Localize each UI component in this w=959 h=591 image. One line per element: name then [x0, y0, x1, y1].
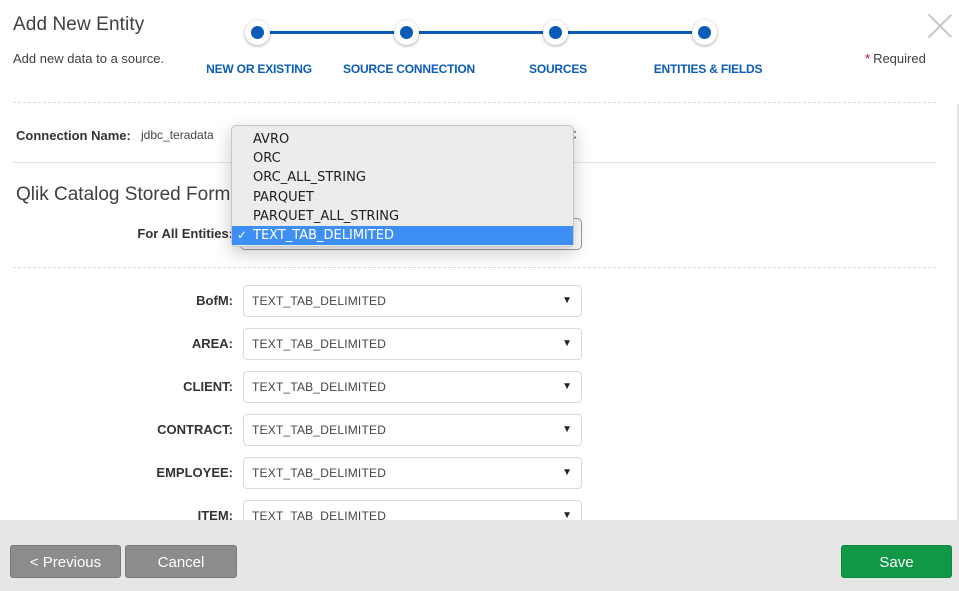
entity-label-area: AREA: — [191, 336, 233, 351]
dropdown-option-avro[interactable]: AVRO — [232, 130, 573, 149]
cancel-button[interactable]: Cancel — [125, 545, 237, 578]
caret-down-icon: ▼ — [562, 467, 572, 478]
entity-label-client: CLIENT: — [183, 379, 233, 394]
divider-top — [13, 102, 936, 103]
select-value: TEXT_TAB_DELIMITED — [252, 423, 387, 437]
option-label: AVRO — [253, 132, 290, 147]
select-value: TEXT_TAB_DELIMITED — [252, 294, 387, 308]
caret-down-icon: ▼ — [562, 424, 572, 435]
entity-format-select-contract[interactable]: TEXT_TAB_DELIMITED ▼ — [243, 414, 582, 446]
step-label-source-connection[interactable]: SOURCE CONNECTION — [343, 62, 475, 76]
step-dot-source-connection[interactable] — [394, 20, 419, 45]
required-star: * — [865, 51, 871, 66]
step-dot-sources[interactable] — [543, 20, 568, 45]
option-label: PARQUET — [253, 189, 314, 205]
option-label: ORC — [253, 151, 281, 167]
entity-label-bofm: BofM: — [196, 293, 233, 308]
caret-down-icon: ▼ — [562, 295, 572, 306]
divider-entities — [13, 267, 936, 268]
checkmark-icon: ✓ — [237, 227, 248, 242]
entity-format-select-bofm[interactable]: TEXT_TAB_DELIMITED ▼ — [243, 285, 582, 317]
dropdown-option-text-tab-delimited[interactable]: ✓ TEXT_TAB_DELIMITED — [232, 225, 573, 246]
wizard-stepper: NEW OR EXISTING SOURCE CONNECTION SOURCE… — [0, 0, 959, 90]
save-button[interactable]: Save — [841, 545, 952, 578]
dropdown-option-parquet-all-string[interactable]: PARQUET_ALL_STRING — [232, 207, 573, 226]
step-label-entities-fields[interactable]: ENTITIES & FIELDS — [654, 62, 763, 76]
required-label: Required — [873, 51, 926, 66]
connection-name-value: jdbc_teradata — [141, 128, 214, 142]
entity-format-select-client[interactable]: TEXT_TAB_DELIMITED ▼ — [243, 371, 582, 403]
select-value: TEXT_TAB_DELIMITED — [252, 337, 387, 351]
option-label: TEXT_TAB_DELIMITED — [253, 227, 395, 243]
caret-down-icon: ▼ — [562, 381, 572, 392]
step-label-sources[interactable]: SOURCES — [529, 62, 587, 76]
caret-down-icon: ▼ — [562, 338, 572, 349]
format-dropdown-menu: AVRO ORC ORC_ALL_STRING PARQUET PARQUET_… — [231, 125, 574, 247]
stepper-line — [258, 31, 705, 34]
for-all-entities-label: For All Entities: — [137, 226, 233, 241]
option-label: ORC_ALL_STRING — [253, 170, 366, 186]
entity-format-select-area[interactable]: TEXT_TAB_DELIMITED ▼ — [243, 328, 582, 360]
step-dot-new-or-existing[interactable] — [245, 20, 270, 45]
close-icon[interactable] — [928, 14, 952, 38]
dropdown-option-parquet[interactable]: PARQUET — [232, 188, 573, 207]
entity-format-select-employee[interactable]: TEXT_TAB_DELIMITED ▼ — [243, 457, 582, 489]
step-dot-entities-fields[interactable] — [692, 20, 717, 45]
dialog-footer: < Previous Cancel Save — [0, 520, 959, 591]
connection-name-label: Connection Name: — [16, 128, 131, 143]
required-note: * Required — [865, 51, 926, 66]
step-label-new-or-existing[interactable]: NEW OR EXISTING — [206, 62, 312, 76]
dropdown-option-orc-all-string[interactable]: ORC_ALL_STRING — [232, 168, 573, 187]
previous-button[interactable]: < Previous — [10, 545, 121, 578]
entity-label-contract: CONTRACT: — [157, 422, 233, 437]
select-value: TEXT_TAB_DELIMITED — [252, 466, 387, 480]
entity-label-employee: EMPLOYEE: — [156, 465, 233, 480]
dropdown-option-orc[interactable]: ORC — [232, 149, 573, 168]
stored-format-title: Qlik Catalog Stored Form — [16, 184, 231, 205]
select-value: TEXT_TAB_DELIMITED — [252, 380, 387, 394]
option-label: PARQUET_ALL_STRING — [253, 208, 400, 224]
